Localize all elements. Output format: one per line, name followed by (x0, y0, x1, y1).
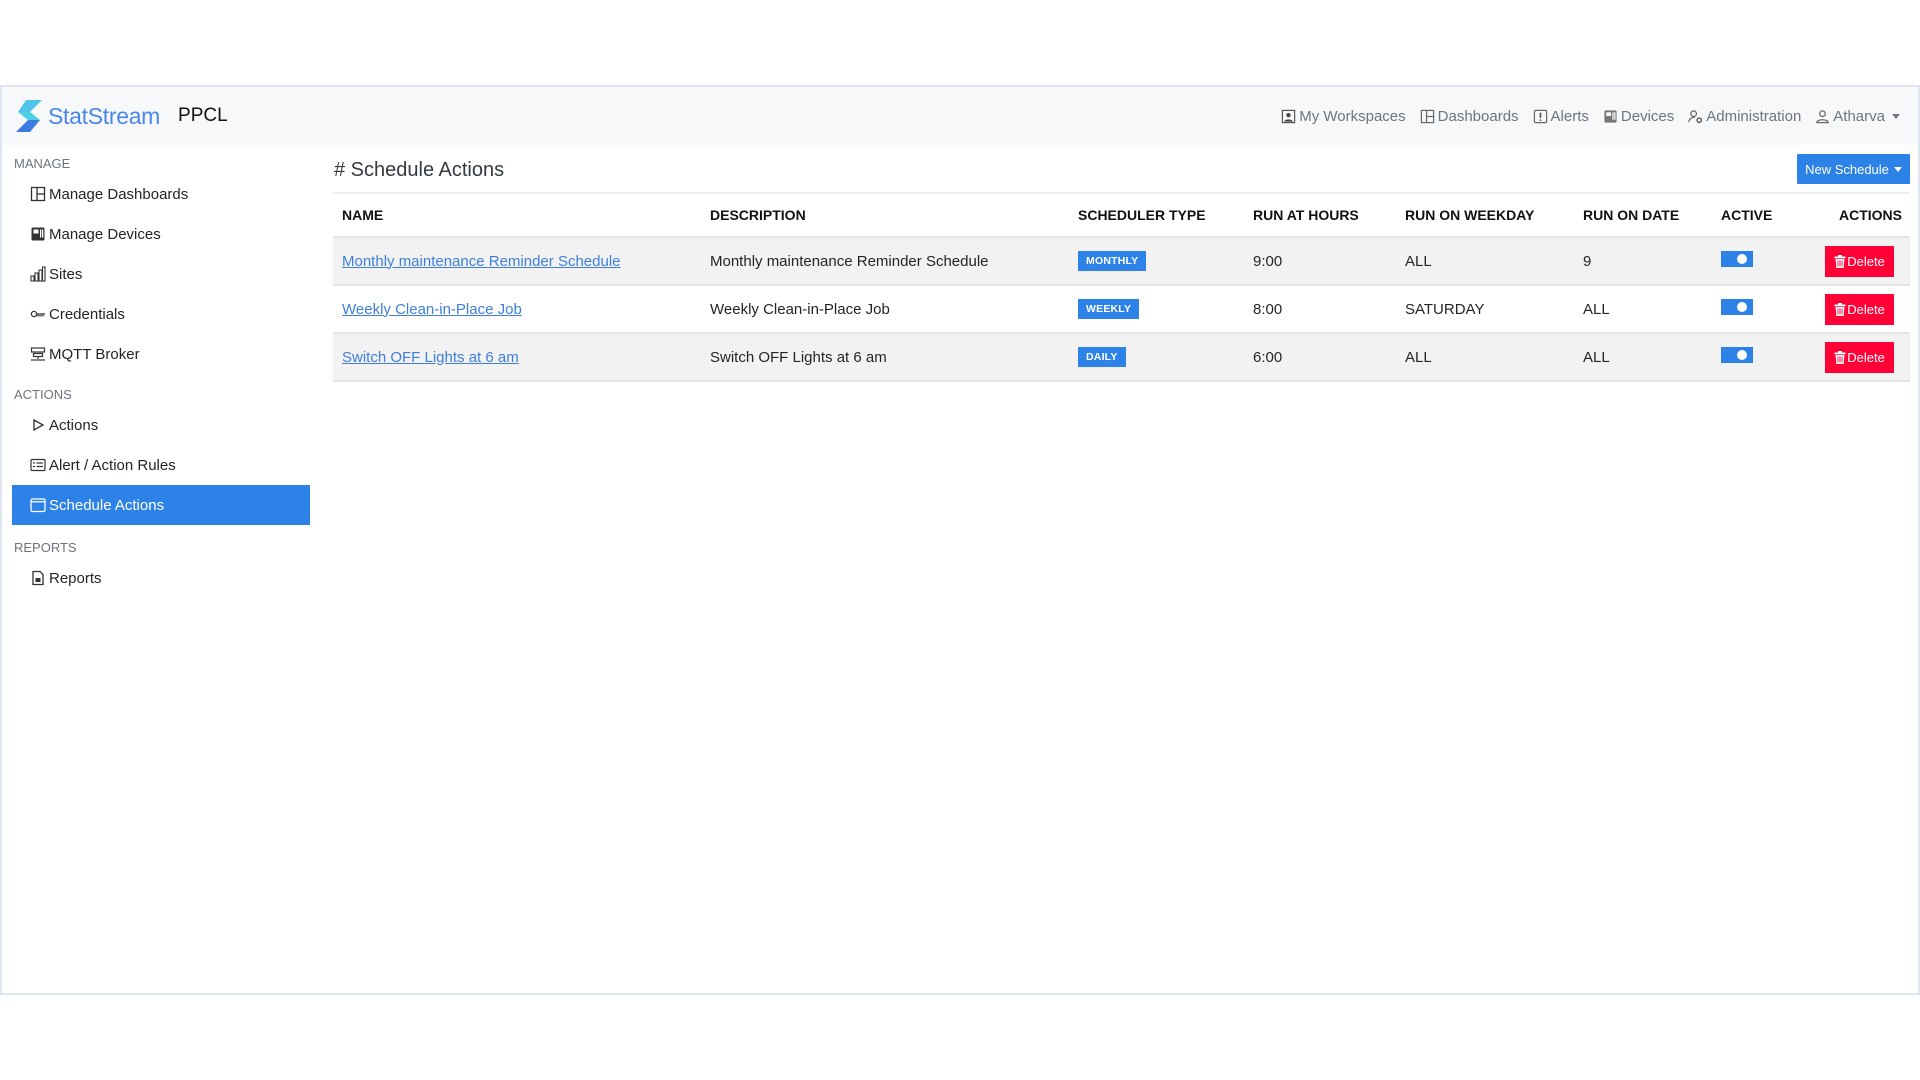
page-title: # Schedule Actions (334, 159, 505, 181)
column-header-run-at-hours[interactable]: RUN AT HOURS (1244, 194, 1396, 237)
nav-dashboards[interactable]: Dashboards (1420, 108, 1519, 125)
report-icon (32, 570, 44, 586)
workspace-icon (1282, 109, 1296, 123)
rules-icon (30, 458, 46, 472)
sidebar-item-manage-dashboards[interactable]: Manage Dashboards (12, 174, 310, 214)
table-row: Switch OFF Lights at 6 am Switch OFF Lig… (333, 332, 1910, 382)
dashboard-icon (30, 186, 46, 202)
nav-devices[interactable]: Devices (1603, 108, 1674, 125)
sites-icon (30, 266, 46, 282)
sidebar: MANAGE Manage Dashboards Manage Devices … (12, 145, 310, 598)
nav-administration[interactable]: Administration (1688, 108, 1801, 125)
table-row: Monthly maintenance Reminder Schedule Mo… (333, 236, 1910, 285)
column-header-run-on-date[interactable]: RUN ON DATE (1574, 194, 1712, 237)
sidebar-heading-reports: REPORTS (14, 540, 77, 555)
schedule-name-link[interactable]: Weekly Clean-in-Place Job (342, 301, 522, 318)
device-icon (1604, 109, 1617, 123)
nav-my-workspaces[interactable]: My Workspaces (1281, 108, 1406, 125)
play-icon (33, 418, 45, 432)
delete-button[interactable]: Delete (1825, 245, 1894, 277)
sidebar-heading-manage: MANAGE (14, 156, 71, 171)
key-icon (30, 310, 45, 318)
run-on-weekday: SATURDAY (1396, 284, 1574, 333)
user-icon (1816, 109, 1830, 123)
device-icon (31, 227, 45, 241)
dashboard-icon (1420, 109, 1434, 123)
sidebar-item-actions[interactable]: Actions (12, 405, 310, 445)
sidebar-heading-actions: ACTIONS (14, 387, 72, 402)
run-at-hours: 8:00 (1244, 284, 1396, 333)
schedule-description: Weekly Clean-in-Place Job (701, 284, 1069, 333)
column-header-name[interactable]: NAME (333, 194, 701, 237)
table-row: Weekly Clean-in-Place Job Weekly Clean-i… (333, 284, 1910, 333)
active-toggle[interactable] (1721, 347, 1753, 363)
sidebar-item-manage-devices[interactable]: Manage Devices (12, 214, 310, 254)
schedule-name-link[interactable]: Switch OFF Lights at 6 am (342, 349, 519, 366)
scheduler-type-badge: WEEKLY (1078, 299, 1140, 319)
brand[interactable]: StatStream (14, 100, 160, 132)
run-on-weekday: ALL (1396, 236, 1574, 285)
run-on-date: ALL (1574, 284, 1712, 333)
user-name: Atharva (1833, 107, 1885, 125)
scheduler-type-badge: DAILY (1078, 347, 1126, 367)
schedule-description: Switch OFF Lights at 6 am (701, 332, 1069, 382)
scheduler-type-badge: MONTHLY (1078, 251, 1147, 271)
active-toggle[interactable] (1721, 299, 1753, 315)
schedule-table: NAME DESCRIPTION SCHEDULER TYPE RUN AT H… (333, 194, 1910, 382)
run-on-date: 9 (1574, 236, 1712, 285)
run-on-weekday: ALL (1396, 332, 1574, 382)
delete-button[interactable]: Delete (1825, 293, 1894, 325)
top-navbar: StatStream PPCL My Workspaces Dashboards… (2, 87, 1918, 145)
user-menu[interactable]: Atharva (1815, 108, 1900, 125)
alert-icon (1533, 109, 1547, 123)
chevron-down-icon (1893, 166, 1902, 172)
column-header-scheduler-type[interactable]: SCHEDULER TYPE (1069, 194, 1244, 237)
column-header-run-on-weekday[interactable]: RUN ON WEEKDAY (1396, 194, 1574, 237)
broker-icon (30, 347, 46, 361)
trash-icon (1834, 302, 1846, 316)
column-header-active[interactable]: ACTIVE (1712, 194, 1812, 237)
organization-name: PPCL (178, 105, 228, 126)
column-header-actions: ACTIONS (1839, 207, 1902, 223)
schedule-description: Monthly maintenance Reminder Schedule (701, 236, 1069, 285)
sidebar-item-sites[interactable]: Sites (12, 254, 310, 294)
run-at-hours: 6:00 (1244, 332, 1396, 382)
app-frame: StatStream PPCL My Workspaces Dashboards… (0, 85, 1920, 995)
calendar-icon (30, 498, 46, 513)
sidebar-item-reports[interactable]: Reports (12, 558, 310, 598)
sidebar-item-credentials[interactable]: Credentials (12, 294, 310, 334)
nav-alerts[interactable]: Alerts (1533, 108, 1589, 125)
brand-name: StatStream (48, 102, 161, 129)
run-on-date: ALL (1574, 332, 1712, 382)
sidebar-item-mqtt-broker[interactable]: MQTT Broker (12, 334, 310, 374)
active-toggle[interactable] (1721, 251, 1753, 267)
statstream-logo-icon (16, 100, 42, 132)
admin-icon (1688, 109, 1703, 123)
trash-icon (1834, 350, 1846, 364)
sidebar-item-schedule-actions[interactable]: Schedule Actions (12, 485, 310, 525)
schedule-name-link[interactable]: Monthly maintenance Reminder Schedule (342, 253, 621, 270)
new-schedule-button[interactable]: New Schedule (1797, 154, 1910, 184)
chevron-down-icon (1892, 113, 1900, 119)
table-header-row: NAME DESCRIPTION SCHEDULER TYPE RUN AT H… (333, 194, 1910, 237)
delete-button[interactable]: Delete (1825, 341, 1894, 373)
sidebar-item-alert-action-rules[interactable]: Alert / Action Rules (12, 445, 310, 485)
column-header-description[interactable]: DESCRIPTION (701, 194, 1069, 237)
run-at-hours: 9:00 (1244, 236, 1396, 285)
trash-icon (1834, 254, 1846, 268)
top-nav-menu: My Workspaces Dashboards Alerts Devices … (1281, 87, 1900, 145)
